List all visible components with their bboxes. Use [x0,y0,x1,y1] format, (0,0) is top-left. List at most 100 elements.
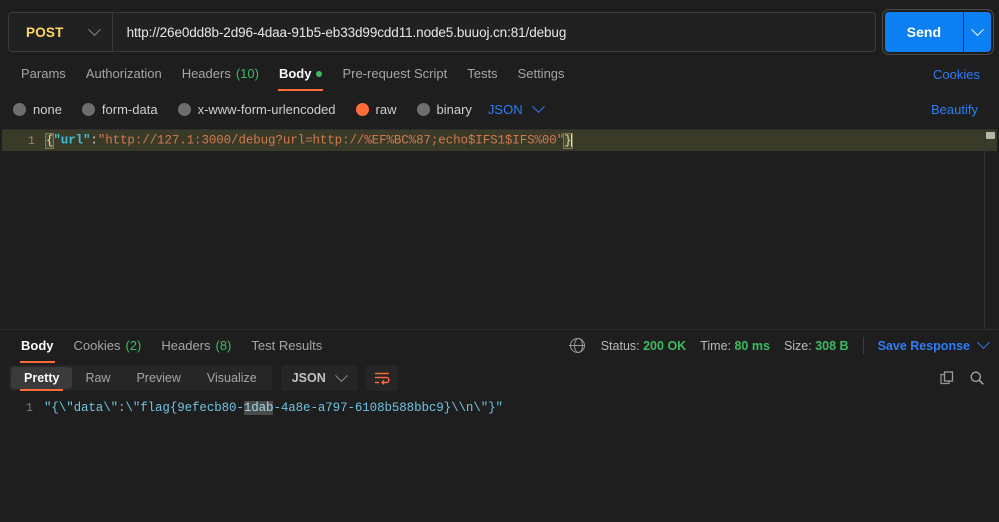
body-type-label: form-data [101,101,158,117]
response-tabs: Body Cookies (2) Headers (8) Test Result… [11,329,332,363]
body-type-form-data[interactable]: form-data [81,101,158,117]
text-caret [570,133,572,148]
save-response-button[interactable]: Save Response [877,336,990,353]
status-stat: Status: 200 OK [601,339,687,353]
response-text-selected: 1dab [243,400,274,415]
body-type-label: binary [436,101,472,117]
body-format-dropdown[interactable]: JSON [487,99,545,117]
tab-tests[interactable]: Tests [457,57,507,91]
time-label: Time: [700,338,731,353]
tab-label: Headers [181,66,231,81]
tab-label: Authorization [85,66,162,81]
json-key: "url" [53,133,91,148]
body-type-binary[interactable]: binary [416,101,472,117]
wrap-lines-icon [374,372,390,385]
modified-dot-icon [316,70,323,77]
view-mode-visualize[interactable]: Visualize [194,367,270,389]
body-type-row: none form-data x-www-form-urlencoded raw… [0,92,999,126]
response-text-before: "{\"data\":\"flag{9efecb80- [44,400,244,415]
response-stats: Status: 200 OK Time: 80 ms Size: 308 B S… [569,336,990,354]
request-body-editor[interactable]: 1 {"url":"http://127.1:3000/debug?url=ht… [2,129,997,329]
tab-label: Body [21,337,54,353]
postman-window: POST http://26e0dd8b-2d96-4daa-91b5-eb33… [0,0,999,522]
divider [862,337,864,354]
tab-label: Tests [467,66,498,81]
http-method-label: POST [26,24,64,40]
tab-label: Params [21,66,66,81]
send-button[interactable]: Send [884,12,963,52]
radio-icon [177,102,191,116]
tab-count: (2) [125,337,142,353]
response-tab-cookies[interactable]: Cookies (2) [64,329,152,363]
radio-icon [81,102,95,116]
response-body-viewer[interactable]: 1 "{\"data\":\"flag{9efecb80-1dab-4a8e-a… [0,395,999,522]
body-type-raw[interactable]: raw [355,101,397,117]
body-format-label: JSON [487,101,523,117]
chevron-down-icon [334,368,348,382]
status-label: Status: [600,338,640,353]
search-icon [970,371,984,385]
url-input[interactable]: http://26e0dd8b-2d96-4daa-91b5-eb33d99cd… [113,13,875,51]
status-value: 200 OK [643,338,687,353]
tab-authorization[interactable]: Authorization [76,57,172,91]
response-format-dropdown[interactable]: JSON [280,365,357,391]
beautify-link[interactable]: Beautify [923,102,986,117]
tab-label: Body [278,66,312,81]
view-mode-raw[interactable]: Raw [72,367,123,389]
tab-label: Headers [161,337,211,353]
chevron-down-icon [971,22,984,36]
line-number: 1 [27,133,35,148]
editor-scrollbar-thumb[interactable] [986,132,995,139]
send-button-group: Send [884,12,991,52]
response-body-code: "{\"data\":\"flag{9efecb80-1dab-4a8e-a79… [44,400,503,415]
code-line: 1 "{\"data\":\"flag{9efecb80-1dab-4a8e-a… [0,397,999,418]
view-mode-preview[interactable]: Preview [123,367,193,389]
body-type-label: none [33,101,62,117]
response-format-label: JSON [291,371,326,385]
response-view-mode-group: Pretty Raw Preview Visualize [9,365,272,391]
view-mode-pretty[interactable]: Pretty [11,367,73,391]
response-tab-headers[interactable]: Headers (8) [151,329,241,363]
cookies-link[interactable]: Cookies [925,67,988,82]
tab-pre-request-script[interactable]: Pre-request Script [332,57,457,91]
editor-scrollbar-track[interactable] [984,130,997,329]
response-text-after: -4a8e-a797-6108b588bbc9}\\n\"}" [273,400,503,415]
send-options-button[interactable] [963,12,991,52]
tab-count: (8) [215,337,232,353]
request-body-code: {"url":"http://127.1:3000/debug?url=http… [44,132,573,149]
chevron-down-icon [87,22,101,36]
copy-icon [939,370,953,384]
radio-icon [416,102,430,116]
search-button[interactable] [964,365,990,391]
globe-icon [569,337,585,354]
response-tab-body[interactable]: Body [11,329,64,363]
response-view-toolbar: Pretty Raw Preview Visualize JSON [0,361,999,395]
line-number: 1 [25,400,33,415]
size-value: 308 B [815,338,849,353]
response-meta-bar: Body Cookies (2) Headers (8) Test Result… [0,329,999,363]
tab-params[interactable]: Params [11,57,76,91]
wrap-lines-button[interactable] [365,365,398,391]
json-value: "http://127.1:3000/debug?url=http://%EF%… [97,133,565,148]
save-response-label: Save Response [877,338,970,353]
tab-label: Pre-request Script [342,66,448,81]
tab-label: Cookies [73,337,121,353]
size-label: Size: [783,338,812,353]
tab-headers[interactable]: Headers (10) [172,57,269,91]
http-method-dropdown[interactable]: POST [9,13,112,51]
tab-label: Test Results [251,337,323,353]
response-tab-test-results[interactable]: Test Results [241,329,332,363]
body-type-none[interactable]: none [13,102,62,117]
chevron-down-icon [977,336,990,350]
json-colon: : [90,133,98,148]
tab-label: Settings [517,66,565,81]
request-tabs: Params Authorization Headers (10) Body P… [0,56,999,92]
copy-button[interactable] [934,365,960,391]
tab-settings[interactable]: Settings [508,57,575,91]
tab-body[interactable]: Body [269,57,333,91]
body-type-label: x-www-form-urlencoded [197,101,336,117]
body-type-label: raw [375,101,397,117]
code-line: 1 {"url":"http://127.1:3000/debug?url=ht… [2,130,997,151]
body-type-x-www-form-urlencoded[interactable]: x-www-form-urlencoded [177,101,336,117]
time-value: 80 ms [734,338,770,353]
